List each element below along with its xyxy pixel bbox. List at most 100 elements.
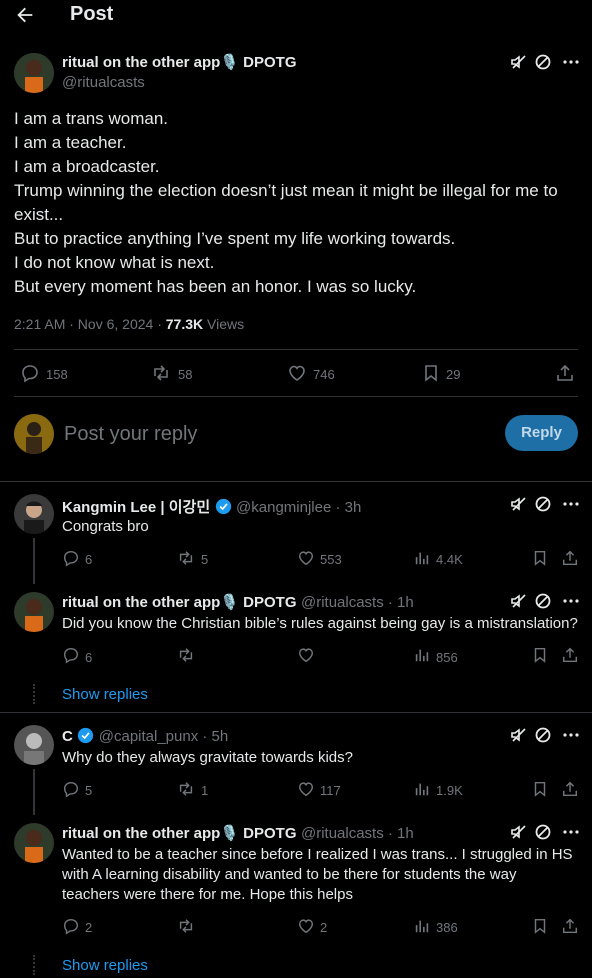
like-icon[interactable] (297, 646, 315, 664)
like-icon[interactable] (287, 363, 307, 383)
verified-icon (215, 498, 232, 515)
mute-icon[interactable] (509, 725, 529, 745)
like-count: 746 (313, 367, 335, 382)
author-name[interactable]: ritual on the other app🎙️ DPOTG (62, 825, 297, 842)
post-text: I am a trans woman. I am a teacher. I am… (14, 109, 558, 296)
verified-icon (77, 727, 94, 744)
author-handle[interactable]: @ritualcasts (62, 74, 145, 91)
post-timestamp[interactable]: 2:21 AM · Nov 6, 2024 · (14, 316, 166, 332)
like-count: 2 (320, 920, 328, 935)
thread-dots (33, 955, 37, 975)
bookmark-count: 29 (446, 367, 461, 382)
reply-icon[interactable] (62, 549, 80, 567)
reply-count: 5 (85, 783, 93, 798)
reply-text: Did you know the Christian bible’s rules… (62, 615, 578, 632)
views-count: 1.9K (436, 783, 463, 798)
author-handle[interactable]: @ritualcasts · 1h (301, 825, 414, 842)
views-count: 386 (436, 920, 458, 935)
thread-dots (33, 684, 37, 704)
like-icon[interactable] (297, 917, 315, 935)
mute-icon[interactable] (509, 822, 529, 842)
reply-input[interactable]: Post your reply (64, 423, 197, 446)
more-options-icon[interactable] (561, 591, 581, 611)
avatar[interactable] (14, 725, 54, 765)
avatar[interactable] (14, 823, 54, 863)
more-options-icon[interactable] (561, 822, 581, 842)
reply-icon[interactable] (62, 646, 80, 664)
author-handle[interactable]: @kangminjlee · 3h (236, 499, 361, 516)
avatar[interactable] (14, 592, 54, 632)
mute-icon[interactable] (509, 591, 529, 611)
show-replies-link[interactable]: Show replies (62, 686, 148, 703)
reply-text: Congrats bro (62, 518, 149, 535)
mute-icon[interactable] (509, 52, 529, 72)
divider (0, 481, 592, 482)
repost-icon[interactable] (177, 917, 195, 935)
block-icon[interactable] (533, 822, 553, 842)
reply-button[interactable]: Reply (505, 415, 578, 451)
reply-icon[interactable] (62, 917, 80, 935)
repost-icon[interactable] (151, 363, 171, 383)
author-name[interactable]: C (62, 728, 73, 745)
divider (14, 349, 578, 350)
repost-count: 1 (201, 783, 209, 798)
views-icon[interactable] (413, 917, 431, 935)
bookmark-icon[interactable] (531, 780, 549, 798)
views-icon[interactable] (413, 549, 431, 567)
views-label: Views (203, 316, 245, 332)
views-count: 4.4K (436, 552, 463, 567)
mute-icon[interactable] (509, 494, 529, 514)
divider (14, 396, 578, 397)
reply-icon[interactable] (62, 780, 80, 798)
block-icon[interactable] (533, 494, 553, 514)
repost-icon[interactable] (177, 646, 195, 664)
like-icon[interactable] (297, 549, 315, 567)
like-icon[interactable] (297, 780, 315, 798)
divider (0, 712, 592, 713)
views-icon[interactable] (413, 646, 431, 664)
more-options-icon[interactable] (561, 52, 581, 72)
back-arrow-icon[interactable] (14, 4, 36, 26)
post-meta: 2:21 AM · Nov 6, 2024 · 77.3K Views (14, 316, 244, 332)
author-name[interactable]: ritual on the other app🎙️ DPOTG (62, 54, 297, 71)
bookmark-icon[interactable] (531, 549, 549, 567)
show-replies-link[interactable]: Show replies (62, 957, 148, 974)
block-icon[interactable] (533, 725, 553, 745)
reply-icon[interactable] (20, 363, 40, 383)
author-name[interactable]: Kangmin Lee | 이강민 (62, 499, 210, 516)
share-icon[interactable] (561, 780, 579, 798)
avatar[interactable] (14, 53, 54, 93)
reply-count: 6 (85, 552, 93, 567)
block-icon[interactable] (533, 591, 553, 611)
reply-count: 158 (46, 367, 68, 382)
page-title: Post (70, 3, 114, 25)
current-user-avatar (14, 414, 54, 454)
bookmark-icon[interactable] (531, 646, 549, 664)
share-icon[interactable] (555, 363, 575, 383)
avatar[interactable] (14, 494, 54, 534)
reply-count: 6 (85, 650, 93, 665)
repost-count: 58 (178, 367, 193, 382)
author-name[interactable]: ritual on the other app🎙️ DPOTG (62, 594, 297, 611)
views-count: 77.3K (165, 316, 204, 332)
share-icon[interactable] (561, 646, 579, 664)
share-icon[interactable] (561, 917, 579, 935)
author-handle[interactable]: @capital_punx · 5h (99, 728, 228, 745)
like-count: 553 (320, 552, 342, 567)
reply-text: Why do they always gravitate towards kid… (62, 749, 353, 766)
bookmark-icon[interactable] (421, 363, 441, 383)
share-icon[interactable] (561, 549, 579, 567)
more-options-icon[interactable] (561, 494, 581, 514)
author-handle[interactable]: @ritualcasts · 1h (301, 594, 414, 611)
repost-icon[interactable] (177, 549, 195, 567)
bookmark-icon[interactable] (531, 917, 549, 935)
reply-text: Wanted to be a teacher since before I re… (62, 846, 573, 903)
repost-icon[interactable] (177, 780, 195, 798)
repost-count: 5 (201, 552, 209, 567)
reply-count: 2 (85, 920, 93, 935)
more-options-icon[interactable] (561, 725, 581, 745)
views-icon[interactable] (413, 780, 431, 798)
views-count: 856 (436, 650, 458, 665)
like-count: 117 (320, 783, 341, 798)
block-icon[interactable] (533, 52, 553, 72)
